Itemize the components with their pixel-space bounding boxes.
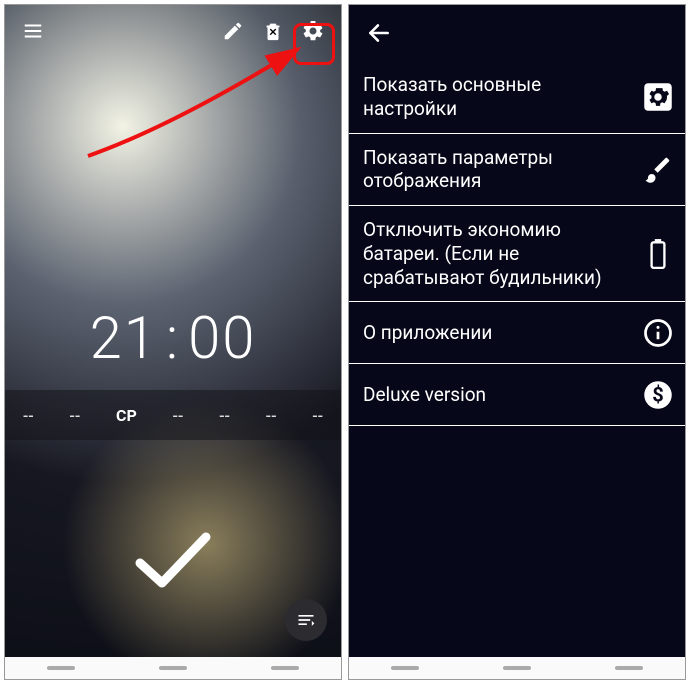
alarm-screen: 21:00 -- -- СР -- -- -- -- — [5, 5, 341, 679]
day-1[interactable]: -- — [69, 406, 80, 425]
confirm-button[interactable] — [128, 525, 218, 599]
top-bar — [5, 5, 341, 57]
nav-back[interactable] — [615, 666, 643, 670]
alarm-time[interactable]: 21:00 — [5, 305, 341, 373]
nav-back[interactable] — [271, 666, 299, 670]
day-2[interactable]: СР — [116, 406, 137, 425]
days-row: -- -- СР -- -- -- -- — [5, 390, 341, 440]
nav-bar — [5, 657, 341, 679]
phone-left: 21:00 -- -- СР -- -- -- -- — [4, 4, 342, 680]
day-0[interactable]: -- — [23, 406, 34, 425]
day-6[interactable]: -- — [312, 406, 323, 425]
day-3[interactable]: -- — [172, 406, 183, 425]
edit-icon[interactable] — [213, 11, 253, 51]
settings-item-battery[interactable]: Отключить экономию батареи. (Если не сра… — [349, 206, 685, 302]
battery-icon — [641, 237, 675, 271]
settings-item-label: Показать параметры отображения — [363, 146, 631, 194]
settings-list: Показать основные настройки Показать пар… — [349, 61, 685, 426]
annotation-arrow — [83, 41, 308, 161]
dollar-icon: $ — [641, 378, 675, 412]
settings-item-label: Deluxe version — [363, 383, 631, 407]
time-colon: : — [158, 305, 188, 373]
settings-item-label: Отключить экономию батареи. (Если не сра… — [363, 218, 631, 289]
settings-item-label: Показать основные настройки — [363, 73, 631, 121]
time-minutes: 00 — [188, 305, 256, 373]
day-4[interactable]: -- — [219, 406, 230, 425]
settings-icon[interactable] — [293, 11, 333, 51]
settings-item-deluxe[interactable]: Deluxe version $ — [349, 364, 685, 426]
nav-bar — [349, 657, 685, 679]
delete-icon[interactable] — [253, 11, 293, 51]
settings-top-bar — [349, 5, 685, 61]
day-5[interactable]: -- — [266, 406, 277, 425]
info-icon — [641, 316, 675, 350]
nav-home[interactable] — [159, 666, 187, 670]
nav-recent[interactable] — [391, 666, 419, 670]
gear-icon — [641, 80, 675, 114]
settings-screen: Показать основные настройки Показать пар… — [349, 5, 685, 679]
settings-item-main[interactable]: Показать основные настройки — [349, 61, 685, 134]
nav-home[interactable] — [503, 666, 531, 670]
time-hours: 21 — [90, 305, 158, 373]
settings-item-display[interactable]: Показать параметры отображения — [349, 134, 685, 207]
sound-fab[interactable] — [285, 599, 327, 641]
back-icon[interactable] — [359, 13, 399, 53]
phone-right: Показать основные настройки Показать пар… — [348, 4, 686, 680]
nav-recent[interactable] — [47, 666, 75, 670]
brush-icon — [641, 152, 675, 186]
menu-icon[interactable] — [13, 11, 53, 51]
settings-item-label: О приложении — [363, 321, 631, 345]
svg-text:$: $ — [652, 382, 663, 406]
settings-item-about[interactable]: О приложении — [349, 302, 685, 364]
